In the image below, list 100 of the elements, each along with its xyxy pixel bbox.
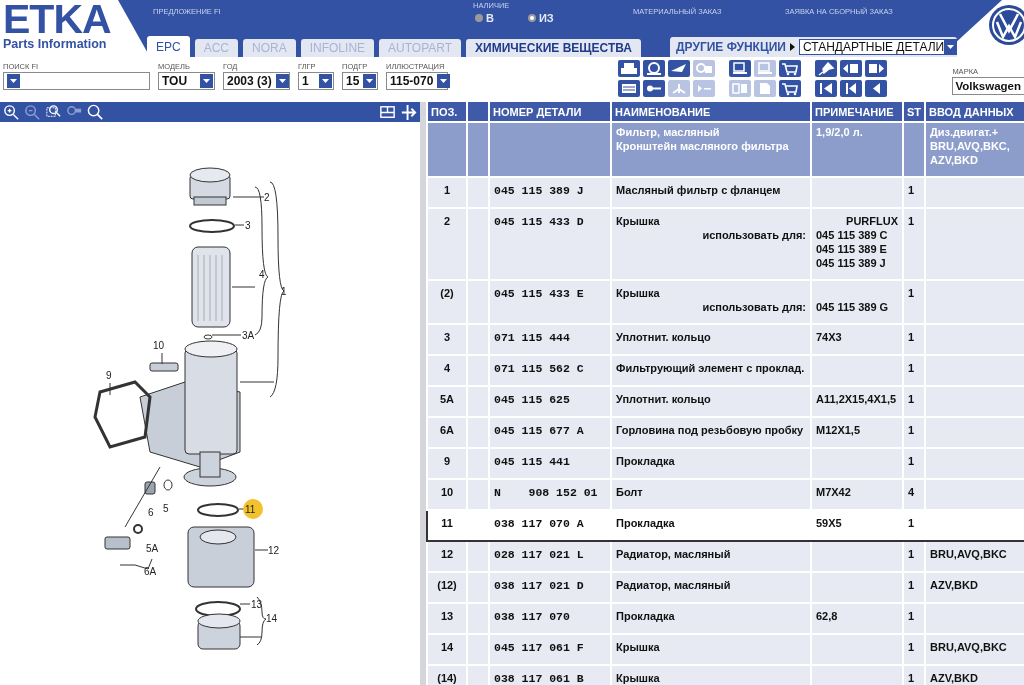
part-name-cell-text: Масляный фильтр с фланцем	[616, 183, 782, 197]
part-name-cell-text: Радиатор, масляный	[616, 578, 732, 592]
table-row[interactable]: (12) 038 117 021 D Радиатор, масляный 1 AZV,BKD	[427, 572, 1024, 603]
table-row[interactable]: 2 045 115 433 D Крышка использовать для: PURFLUX 045 115 389 C 045 115 389 E 045 115 389 J 1	[427, 208, 1024, 280]
tab[interactable]: EPC	[147, 36, 190, 57]
column-header[interactable]: НАИМЕНОВАНИЕ	[611, 102, 811, 122]
part-name-cell-text: Уплотнит. кольцо	[616, 330, 712, 344]
table-row[interactable]: 9 045 115 441 Прокладка 1	[427, 448, 1024, 479]
callout-label[interactable]: 6	[148, 507, 154, 518]
logo-subtitle: Parts Information	[3, 37, 108, 51]
logo-title: ETKA	[3, 2, 112, 36]
brand-select[interactable]: Volkswagen	[952, 77, 1024, 95]
table-row[interactable]: 10 N 908 152 01 Болт M7X42 4	[427, 479, 1024, 510]
callout-label[interactable]: 1	[281, 286, 287, 297]
table-row[interactable]: 3 071 115 444 Уплотнит. кольцо 74X3 1	[427, 324, 1024, 355]
callout-label[interactable]: 12	[268, 545, 280, 556]
note-cell-text: M12X1,5	[816, 423, 862, 437]
table-row[interactable]: 4 071 115 562 C Фильтрующий элемент с проклад. 1	[427, 355, 1024, 386]
group-note: 1,9/2,0 л.	[816, 125, 864, 139]
table-row[interactable]: 1 045 115 389 J Масляный фильтр с фланцем 1	[427, 177, 1024, 208]
part-number-cell: 045 115 677 A	[494, 424, 584, 437]
data-cell: BRU,AVQ,BKC	[930, 548, 1007, 560]
tab[interactable]: ХИМИЧЕСКИЕ ВЕЩЕСТВА	[466, 39, 642, 57]
callout-label[interactable]: 11	[243, 499, 263, 519]
note-cell-text: 045 115 389 C 045 115 389 E 045 115 389 J	[816, 228, 889, 270]
quantity-cell: 1	[908, 579, 915, 591]
part-name-cell: Фильтрующий элемент с проклад.	[616, 361, 806, 375]
other-functions-label: ДРУГИЕ ФУНКЦИИ	[676, 40, 786, 54]
availability-radio[interactable]: ИЗ	[527, 12, 554, 24]
table-row[interactable]: 6A 045 115 677 A Горловина под резьбовую пробку M12X1,5 1	[427, 417, 1024, 448]
part-number-cell: N 908 152 01	[494, 486, 598, 499]
column-header[interactable]: ПОЗ.	[427, 102, 467, 122]
position-cell: 14	[440, 641, 454, 653]
callout-label[interactable]: 10	[153, 340, 165, 351]
other-functions-select[interactable]: СТАНДАРТНЫЕ ДЕТАЛИ	[798, 39, 957, 55]
quantity-cell: 1	[908, 424, 915, 436]
position-cell: (14)	[437, 672, 457, 684]
availability-radio[interactable]: В	[475, 12, 494, 24]
position-cell: 13	[440, 610, 454, 622]
column-header[interactable]: ВВОД ДАННЫХ	[925, 102, 1024, 122]
column-header[interactable]: ПРИМЕЧАНИЕ	[811, 102, 903, 122]
note-cell-text: 59X5	[816, 516, 843, 530]
filter-select[interactable]: 115-070	[386, 72, 448, 90]
part-number-cell: 045 115 625	[494, 393, 570, 406]
quantity-cell: 1	[908, 362, 915, 374]
callout-label[interactable]: 9	[106, 370, 112, 381]
table-row[interactable]: 11 038 117 070 A Прокладка 59X5 1	[427, 510, 1024, 541]
table-row[interactable]: (14) 038 117 061 B Крышка 1 AZV,BKD	[427, 665, 1024, 685]
callout-label[interactable]: 3A	[242, 330, 255, 341]
quantity-cell: 1	[908, 455, 915, 467]
part-number-cell: 045 115 441	[494, 455, 570, 468]
quantity-cell: 1	[908, 393, 915, 405]
part-name-cell-text: Крышка	[616, 671, 661, 685]
quantity-cell: 1	[908, 215, 915, 227]
callout-label[interactable]: 2	[264, 192, 270, 203]
callout-label[interactable]: 14	[266, 613, 278, 624]
part-name-cell-text: Крышка	[616, 286, 661, 300]
part-name-cell-text: Крышка	[616, 640, 661, 654]
part-number-cell: 045 115 389 J	[494, 184, 584, 197]
part-number-cell: 028 117 021 L	[494, 548, 584, 561]
part-number-cell: 045 115 433 D	[494, 215, 584, 228]
table-row[interactable]: 5A 045 115 625 Уплотнит. кольцо A11,2X15,4X1,5 1	[427, 386, 1024, 417]
part-name-cell-text: Прокладка	[616, 516, 676, 530]
callout-label[interactable]: 5	[163, 503, 169, 514]
part-number-cell: 038 117 021 D	[494, 579, 584, 592]
table-row[interactable]: 14 045 117 061 F Крышка 1 BRU,AVQ,BKC	[427, 634, 1024, 665]
part-name-cell-text: Прокладка	[616, 609, 676, 623]
position-cell: 10	[440, 486, 454, 498]
position-cell: 2	[443, 215, 451, 227]
callout-label[interactable]: 4	[259, 269, 265, 280]
column-header[interactable]: ST	[903, 102, 925, 122]
position-cell: 12	[440, 548, 454, 560]
filter-select[interactable]: 2003 (3)	[223, 72, 290, 90]
table-row[interactable]: 12 028 117 021 L Радиатор, масляный 1 BRU,AVQ,BKC	[427, 541, 1024, 572]
note-cell-text: 62,8	[816, 609, 839, 623]
position-cell: 11	[441, 517, 453, 529]
quantity-cell: 1	[908, 287, 915, 299]
part-number-cell: 038 117 061 B	[494, 672, 584, 685]
filter-select[interactable]: TOU	[158, 72, 215, 90]
column-header[interactable]: НОМЕР ДЕТАЛИ	[489, 102, 611, 122]
callout-label[interactable]: 5A	[146, 543, 159, 554]
usage-label: использовать для:	[701, 228, 806, 242]
note-cell: A11,2X15,4X1,5	[816, 392, 898, 406]
group-title: Фильтр, масляный Кронштейн масляного фильтра	[616, 125, 790, 153]
table-row[interactable]: 13 038 117 070 Прокладка 62,8 1	[427, 603, 1024, 634]
table-row[interactable]: (2) 045 115 433 E Крышка использовать для: 045 115 389 G 1	[427, 280, 1024, 324]
quantity-cell: 1	[908, 331, 915, 343]
usage-label: использовать для:	[701, 300, 806, 314]
filter-select[interactable]: 15	[342, 72, 378, 90]
filter-select[interactable]: 1	[298, 72, 334, 90]
part-number-cell: 071 115 444	[494, 331, 570, 344]
callout-label[interactable]: 6A	[144, 566, 157, 577]
data-cell: BRU,AVQ,BKC	[930, 641, 1007, 653]
note-cell-text: 045 115 389 G	[816, 300, 890, 314]
quantity-cell: 1	[908, 184, 915, 196]
maker-cell-text: PURFLUX	[845, 214, 898, 228]
callout-label[interactable]: 13	[251, 599, 263, 610]
callout-label[interactable]: 3	[245, 220, 251, 231]
part-number-cell: 038 117 070 A	[494, 517, 584, 530]
position-cell: 4	[443, 362, 451, 374]
